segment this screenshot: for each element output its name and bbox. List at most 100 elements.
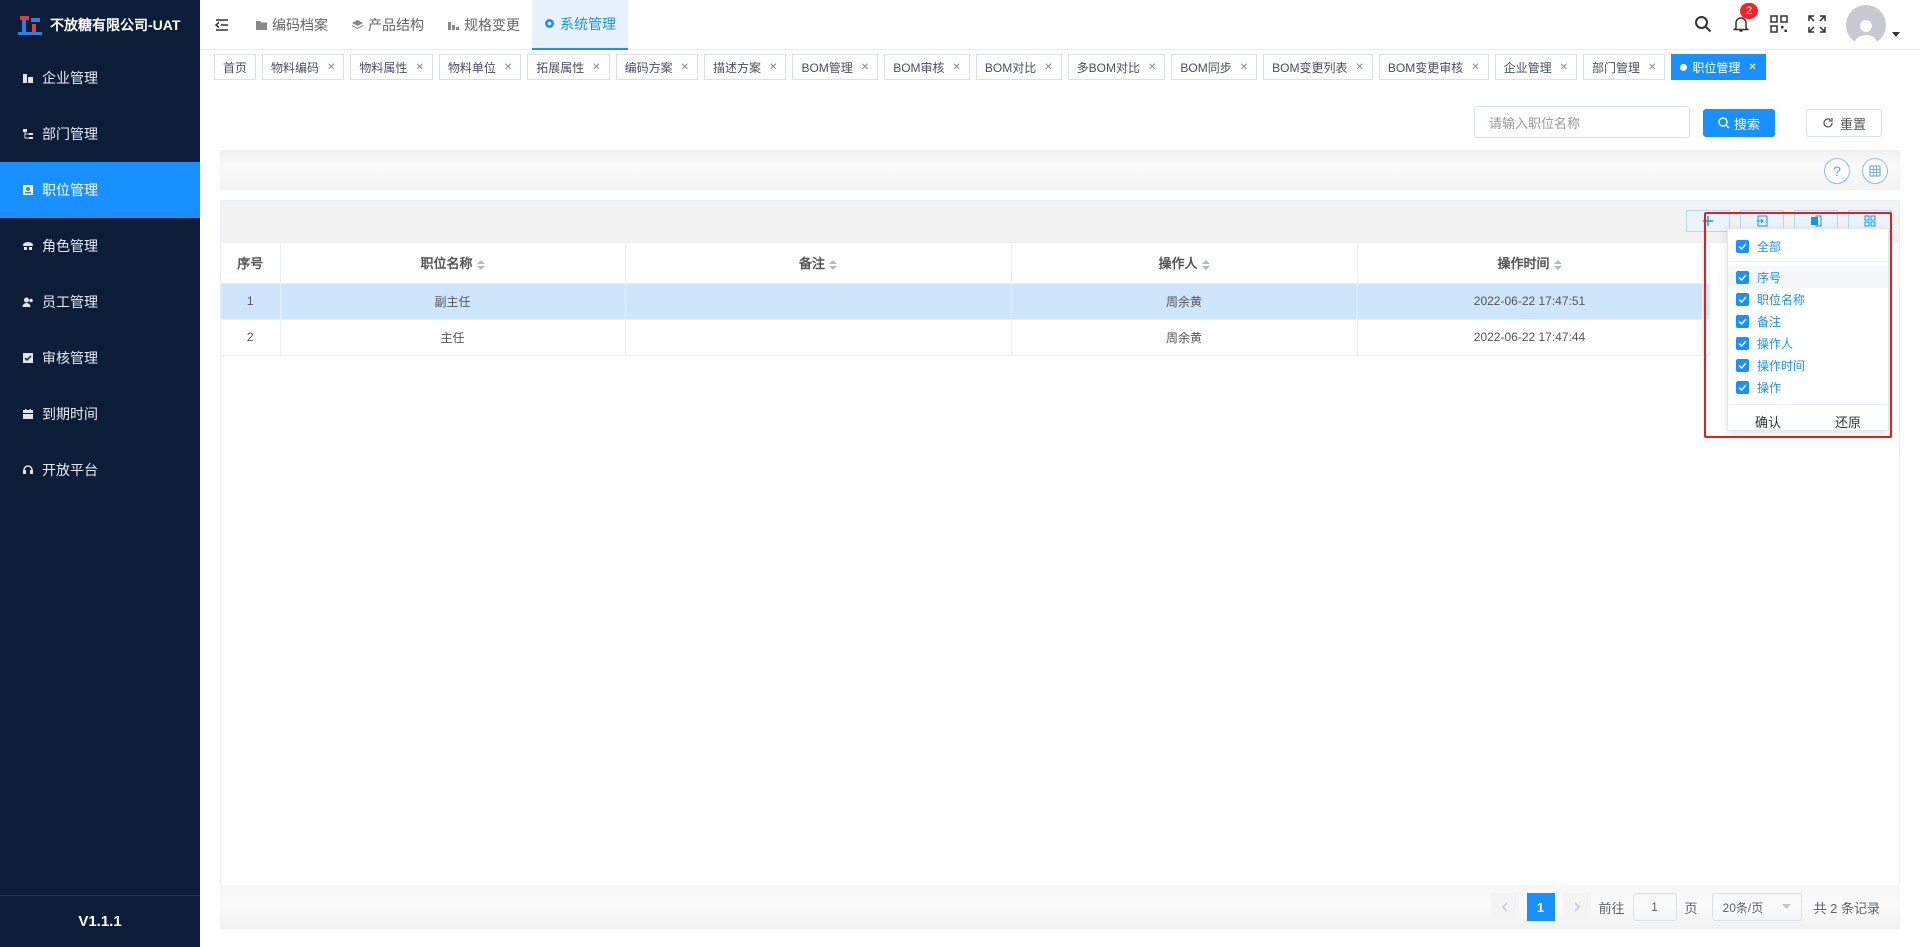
restore-button[interactable]: 还原 — [1835, 412, 1861, 431]
top-nav-label: 编码档案 — [272, 16, 328, 33]
tab-7[interactable]: 描述方案 ✕ — [704, 54, 787, 80]
search-button[interactable]: 搜索 — [1703, 109, 1775, 137]
tab-4[interactable]: 物料单位 ✕ — [438, 54, 522, 80]
column-picker-item[interactable]: 备注 — [1728, 310, 1888, 332]
tab-9[interactable]: BOM审核 ✕ — [884, 54, 970, 80]
column-header-actions — [1702, 243, 1710, 284]
tab-6[interactable]: 编码方案 ✕ — [615, 54, 699, 80]
column-picker-item[interactable]: 操作时间 — [1728, 354, 1888, 376]
column-picker-item[interactable]: 职位名称 — [1728, 288, 1888, 310]
total-records: 共 2 条记录 — [1813, 900, 1880, 916]
tab-14[interactable]: BOM变更审核 ✕ — [1378, 54, 1489, 80]
tab-label: 物料属性 — [359, 60, 408, 75]
cell-remark — [625, 283, 1012, 320]
header-tools: 2 — [1694, 0, 1900, 50]
column-picker-item[interactable]: 操作 — [1728, 376, 1888, 398]
close-icon[interactable]: ✕ — [1148, 62, 1156, 73]
top-nav-item-4[interactable]: 系统管理 — [532, 0, 628, 50]
fullscreen-icon[interactable] — [1808, 14, 1826, 36]
column-header[interactable]: 操作时间 — [1357, 243, 1703, 284]
table-row[interactable]: 1 副主任 周余黄 2022-06-22 17:47:51 — [221, 283, 1710, 320]
tab-label: 职位管理 — [1692, 60, 1741, 75]
column-header[interactable]: 操作人 — [1011, 243, 1358, 284]
sidebar-item-4[interactable]: 角色管理 — [0, 218, 200, 274]
tab-17[interactable]: 职位管理 ✕ — [1671, 54, 1766, 80]
close-icon[interactable]: ✕ — [592, 62, 600, 73]
prev-page-button[interactable] — [1490, 893, 1519, 921]
tab-15[interactable]: 企业管理 ✕ — [1494, 54, 1577, 80]
qrcode-icon[interactable] — [1770, 14, 1788, 36]
confirm-button[interactable]: 确认 — [1755, 412, 1781, 431]
tab-1[interactable]: 首页 — [214, 54, 257, 80]
column-picker-item[interactable]: 序号 — [1728, 266, 1888, 288]
tab-12[interactable]: BOM同步 ✕ — [1171, 54, 1258, 80]
tab-8[interactable]: BOM管理 ✕ — [792, 54, 879, 80]
column-header[interactable]: 序号 — [221, 243, 281, 284]
goto-page-input[interactable]: 1 — [1632, 893, 1677, 921]
close-icon[interactable]: ✕ — [504, 62, 512, 73]
close-icon[interactable]: ✕ — [681, 62, 689, 73]
tab-3[interactable]: 物料属性 ✕ — [350, 54, 433, 80]
cell-time: 2022-06-22 17:47:51 — [1357, 283, 1703, 320]
close-icon[interactable]: ✕ — [861, 62, 869, 73]
column-header[interactable]: 职位名称 — [280, 243, 626, 284]
sidebar-item-8[interactable]: 开放平台 — [0, 442, 200, 498]
top-nav-item-2[interactable]: 产品结构 — [340, 0, 436, 50]
top-nav-item-1[interactable]: 编码档案 — [244, 0, 340, 50]
tab-label: 企业管理 — [1503, 60, 1552, 75]
sidebar-item-3[interactable]: 职位管理 — [0, 162, 200, 218]
sidebar-item-6[interactable]: 审核管理 — [0, 330, 200, 386]
close-icon[interactable]: ✕ — [327, 62, 335, 73]
tab-2[interactable]: 物料编码 ✕ — [262, 54, 345, 80]
next-page-button[interactable] — [1562, 893, 1591, 921]
pagination: 1 前往 1 页 20条/页 共 2 条记录 — [1490, 893, 1880, 921]
table-row[interactable]: 2 主任 周余黄 2022-06-22 17:47:44 — [221, 319, 1710, 356]
close-icon[interactable]: ✕ — [1560, 62, 1568, 73]
close-icon[interactable]: ✕ — [1648, 62, 1656, 73]
sidebar-item-label: 角色管理 — [42, 238, 98, 254]
tab-11[interactable]: 多BOM对比 ✕ — [1067, 54, 1166, 80]
close-icon[interactable]: ✕ — [769, 62, 777, 73]
page-number-current[interactable]: 1 — [1526, 893, 1555, 921]
tab-13[interactable]: BOM变更列表 ✕ — [1263, 54, 1373, 80]
collapse-menu-icon[interactable] — [200, 18, 244, 31]
close-icon[interactable]: ✕ — [415, 62, 423, 73]
reset-button[interactable]: 重置 — [1806, 109, 1882, 137]
position-name-input[interactable]: 请输入职位名称 — [1474, 106, 1690, 138]
top-bar: 编码档案 产品结构 规格变更 系统管理 2 — [200, 0, 1920, 50]
app-logo[interactable]: 不放糖有限公司-UAT — [0, 0, 200, 50]
page-size-select[interactable]: 20条/页 — [1711, 893, 1802, 921]
close-icon[interactable]: ✕ — [953, 62, 961, 73]
close-icon[interactable]: ✕ — [1044, 62, 1052, 73]
column-picker-all[interactable]: 全部 — [1728, 235, 1888, 257]
grid-icon — [1869, 165, 1881, 177]
close-icon[interactable]: ✕ — [1240, 62, 1248, 73]
user-menu[interactable] — [1846, 5, 1900, 45]
calendar-icon — [22, 408, 34, 420]
sidebar-item-1[interactable]: 企业管理 — [0, 50, 200, 106]
tab-16[interactable]: 部门管理 ✕ — [1583, 54, 1666, 80]
sidebar-item-label: 到期时间 — [42, 406, 98, 422]
search-bar: 请输入职位名称 搜索 重置 — [220, 106, 1890, 138]
close-icon[interactable]: ✕ — [1748, 62, 1756, 73]
close-icon[interactable]: ✕ — [1471, 62, 1479, 73]
sort-icon[interactable] — [476, 259, 485, 270]
sort-icon[interactable] — [1553, 259, 1562, 270]
settings-toggle-button[interactable] — [1862, 158, 1888, 184]
sort-icon[interactable] — [829, 259, 837, 270]
tab-10[interactable]: BOM对比 ✕ — [975, 54, 1062, 80]
column-picker-item[interactable]: 操作人 — [1728, 332, 1888, 354]
sidebar-item-2[interactable]: 部门管理 — [0, 106, 200, 162]
column-header[interactable]: 备注 — [625, 243, 1012, 284]
sidebar-item-5[interactable]: 员工管理 — [0, 274, 200, 330]
search-icon[interactable] — [1694, 15, 1712, 36]
add-button[interactable] — [1686, 210, 1730, 232]
top-nav-item-3[interactable]: 规格变更 — [436, 0, 532, 50]
sidebar-item-7[interactable]: 到期时间 — [0, 386, 200, 442]
tab-5[interactable]: 拓展属性 ✕ — [527, 54, 610, 80]
help-button[interactable]: ? — [1824, 158, 1850, 184]
close-icon[interactable]: ✕ — [1355, 62, 1363, 73]
tab-label: 编码方案 — [624, 60, 673, 75]
notification-bell[interactable]: 2 — [1732, 2, 1759, 36]
sort-icon[interactable] — [1201, 259, 1210, 270]
